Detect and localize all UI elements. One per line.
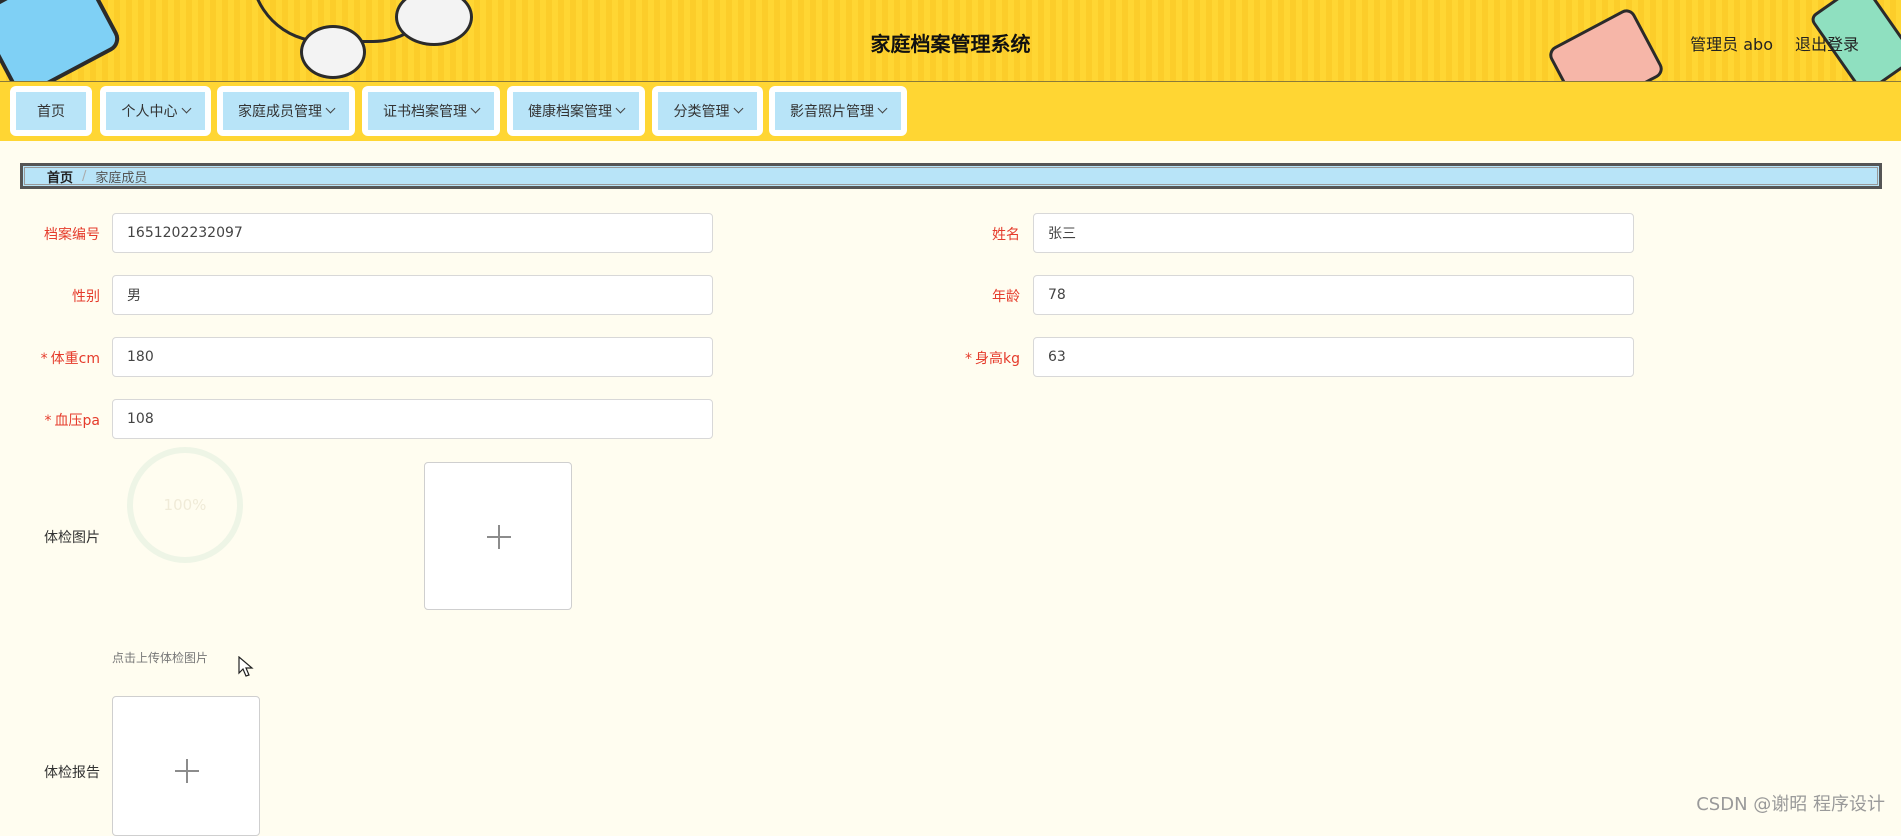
watermark: CSDN @谢昭 程序设计 <box>1696 794 1885 815</box>
chevron-down-icon <box>877 103 888 114</box>
name-label: 姓名 <box>992 227 1020 243</box>
current-user: 管理员 abo <box>1690 35 1773 54</box>
nav-home[interactable]: 首页 <box>10 86 92 136</box>
blood-pressure-label-text: 血压pa <box>54 413 100 429</box>
blood-pressure-input[interactable] <box>112 399 713 439</box>
chevron-down-icon <box>733 103 743 114</box>
nav-certificate-archive[interactable]: 证书档案管理 <box>362 86 500 136</box>
weight-input[interactable] <box>112 337 713 377</box>
nav-label: 健康档案管理 <box>528 104 612 120</box>
exam-report-upload-button[interactable] <box>112 696 260 836</box>
height-input[interactable] <box>1033 337 1634 377</box>
nav-label: 分类管理 <box>673 104 730 120</box>
main-nav: 首页 个人中心 家庭成员管理 证书档案管理 健康档案管理 分类管理 影音照片管理 <box>0 82 1901 141</box>
age-input[interactable] <box>1033 275 1634 315</box>
header: 家庭档案管理系统 管理员 abo 退出登录 <box>0 0 1901 82</box>
nav-category[interactable]: 分类管理 <box>652 86 763 136</box>
required-mark: * <box>40 351 48 367</box>
gender-label: 性别 <box>72 289 100 305</box>
nav-personal-center[interactable]: 个人中心 <box>100 86 211 136</box>
logout-link[interactable]: 退出登录 <box>1795 31 1859 55</box>
height-label-text: 身高kg <box>975 351 1020 367</box>
weight-label: * 体重cm <box>10 348 100 368</box>
required-mark: * <box>965 351 972 367</box>
gender-input[interactable] <box>112 275 713 315</box>
chevron-down-icon <box>325 103 336 114</box>
breadcrumb: 首页 / 家庭成员 <box>20 163 1882 189</box>
height-label: * 身高kg <box>930 348 1020 368</box>
nav-label: 证书档案管理 <box>383 104 467 120</box>
site-title: 家庭档案管理系统 <box>870 32 1031 56</box>
plus-icon <box>498 525 500 549</box>
name-input[interactable] <box>1033 213 1634 253</box>
exam-image-upload-button[interactable] <box>424 462 572 610</box>
age-label: 年龄 <box>992 289 1020 305</box>
nav-label: 首页 <box>37 104 65 120</box>
mouse-cursor-icon <box>238 656 254 677</box>
archive-no-input[interactable] <box>112 213 713 253</box>
upload-progress-ring: 100% <box>127 447 243 563</box>
chevron-down-icon <box>181 103 191 114</box>
exam-image-upload-tip: 点击上传体检图片 <box>112 651 209 665</box>
chevron-down-icon <box>470 103 481 114</box>
upload-progress-text: 100% <box>164 496 207 514</box>
exam-report-label: 体检报告 <box>44 765 100 781</box>
nav-label: 个人中心 <box>121 104 178 120</box>
nav-media-photos[interactable]: 影音照片管理 <box>769 86 907 136</box>
exam-image-label: 体检图片 <box>44 530 100 546</box>
nav-health-archive[interactable]: 健康档案管理 <box>507 86 645 136</box>
weight-label-text: 体重cm <box>50 351 100 367</box>
required-mark: * <box>44 413 52 429</box>
breadcrumb-current: 家庭成员 <box>95 170 148 186</box>
nav-family-members[interactable]: 家庭成员管理 <box>217 86 355 136</box>
nav-label: 家庭成员管理 <box>238 104 322 120</box>
archive-no-label: 档案编号 <box>44 227 100 243</box>
breadcrumb-home[interactable]: 首页 <box>47 167 73 186</box>
nav-label: 影音照片管理 <box>790 104 874 120</box>
breadcrumb-separator: / <box>82 168 87 184</box>
plus-icon <box>186 759 188 783</box>
chevron-down-icon <box>615 103 626 114</box>
blood-pressure-label: * 血压pa <box>10 410 100 430</box>
